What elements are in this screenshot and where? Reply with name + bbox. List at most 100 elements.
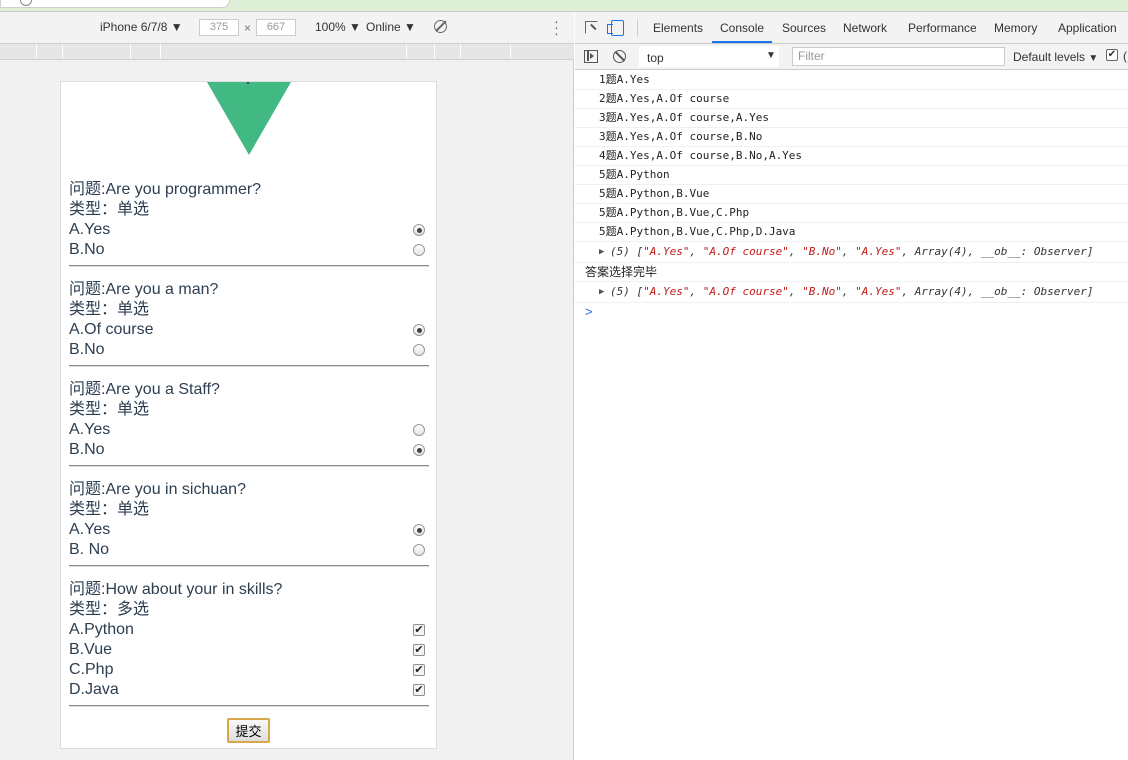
option-label: B.No — [69, 341, 105, 358]
option-row[interactable]: A.Of course — [69, 320, 429, 340]
option-radio[interactable] — [413, 224, 425, 236]
network-throttle-select[interactable]: Online ▼ — [366, 20, 416, 34]
question-type: 类型：单选 — [69, 501, 150, 518]
media-query-ruler[interactable] — [0, 43, 574, 60]
array-string-item: "A.Yes" — [643, 245, 690, 258]
option-radio[interactable] — [413, 424, 425, 436]
console-output: 1题A.Yes 2题A.Yes,A.Of course 3题A.Yes,A.Of c… — [575, 71, 1128, 323]
option-label: B.Vue — [69, 641, 112, 658]
console-log-line: 4题A.Yes,A.Of course,B.No,A.Yes — [575, 147, 1128, 166]
tab-console[interactable]: Console — [720, 21, 764, 35]
console-log-line: 5题A.Python — [575, 166, 1128, 185]
array-string-item: "A.Yes" — [855, 285, 902, 298]
question-title: 问题:How about your in skills? — [69, 581, 283, 598]
vue-logo — [207, 82, 291, 155]
device-height-input[interactable]: 667 — [256, 19, 296, 36]
option-label: D.Java — [69, 681, 119, 698]
expand-triangle-icon[interactable]: ▶ — [599, 282, 604, 302]
active-tab-indicator — [712, 41, 772, 43]
expand-triangle-icon[interactable]: ▶ — [599, 242, 604, 262]
question-divider — [69, 365, 429, 367]
option-row[interactable]: A.Yes — [69, 520, 429, 540]
array-string-item: "A.Yes" — [643, 285, 690, 298]
console-log-line: 5题A.Python,B.Vue,C.Php — [575, 204, 1128, 223]
option-radio[interactable] — [413, 344, 425, 356]
option-checkbox[interactable]: ✔ — [413, 684, 425, 696]
caret-down-icon: ▼ — [766, 50, 776, 61]
console-prompt[interactable]: > — [575, 303, 1128, 323]
array-preview: (5) ["A.Yes", "A.Of course", "B.No", "A.… — [610, 285, 1094, 298]
group-similar-checkbox[interactable]: ✔ — [1106, 49, 1118, 61]
question-type: 类型：单选 — [69, 401, 150, 418]
option-row[interactable]: C.Php ✔ — [69, 660, 429, 680]
option-row[interactable]: A.Yes — [69, 220, 429, 240]
console-sidebar-icon[interactable] — [584, 50, 598, 63]
tab-network[interactable]: Network — [843, 21, 887, 35]
question-list: 问题:Are you programmer? 类型：单选 A.Yes B.No 问题:A… — [69, 180, 429, 720]
array-suffix: Array(4), __ob__: Observer] — [914, 245, 1094, 258]
console-done-message: 答案选择完毕 — [575, 263, 1128, 282]
console-log-line: 1题A.Yes — [575, 71, 1128, 90]
question-block: 问题:Are you programmer? 类型：单选 A.Yes B.No — [69, 180, 429, 280]
address-bar[interactable] — [0, 0, 230, 8]
option-radio[interactable] — [413, 244, 425, 256]
console-log-line: 3题A.Yes,A.Of course,B.No — [575, 128, 1128, 147]
console-array-line[interactable]: ▶ (5) ["A.Yes", "A.Of course", "B.No", "A… — [575, 282, 1128, 303]
array-suffix: Array(4), __ob__: Observer] — [914, 285, 1094, 298]
device-toolbar-icon[interactable] — [607, 20, 624, 36]
option-row[interactable]: B. No — [69, 540, 429, 560]
option-label: A.Yes — [69, 221, 111, 238]
option-checkbox[interactable]: ✔ — [413, 664, 425, 676]
option-checkbox[interactable]: ✔ — [413, 644, 425, 656]
console-array-line[interactable]: ▶ (5) ["A.Yes", "A.Of course", "B.No", "A… — [575, 242, 1128, 263]
devtools-panel: Elements Console Sources Network Perform… — [575, 12, 1128, 760]
submit-button[interactable]: 提交 — [227, 718, 270, 743]
option-row[interactable]: B.Vue ✔ — [69, 640, 429, 660]
console-log-line: 2题A.Yes,A.Of course — [575, 90, 1128, 109]
option-radio[interactable] — [413, 524, 425, 536]
option-row[interactable]: D.Java ✔ — [69, 680, 429, 700]
question-block: 问题:Are you a man? 类型：单选 A.Of course B.No — [69, 280, 429, 380]
device-select[interactable]: iPhone 6/7/8 ▼ — [100, 20, 183, 34]
question-block: 问题:Are you in sichuan? 类型：单选 A.Yes B. No — [69, 480, 429, 580]
tab-elements[interactable]: Elements — [653, 21, 703, 35]
zoom-select[interactable]: 100% ▼ — [315, 20, 361, 34]
option-row[interactable]: B.No — [69, 440, 429, 460]
question-block: 问题:Are you a Staff? 类型：单选 A.Yes B.No — [69, 380, 429, 480]
device-toolbar: iPhone 6/7/8 ▼ 375 × 667 100% ▼ Online ▼… — [0, 12, 574, 43]
option-radio[interactable] — [413, 444, 425, 456]
tab-memory[interactable]: Memory — [994, 21, 1037, 35]
option-label: A.Python — [69, 621, 134, 638]
option-label: C.Php — [69, 661, 114, 678]
question-divider — [69, 705, 429, 707]
console-log-line: 5题A.Python,B.Vue — [575, 185, 1128, 204]
inspect-element-icon[interactable] — [585, 21, 598, 34]
console-log-line: 3题A.Yes,A.Of course,A.Yes — [575, 109, 1128, 128]
option-row[interactable]: A.Yes — [69, 420, 429, 440]
more-options-icon[interactable]: · · · — [553, 14, 559, 40]
option-row[interactable]: A.Python ✔ — [69, 620, 429, 640]
device-emulation-pane: iPhone 6/7/8 ▼ 375 × 667 100% ▼ Online ▼… — [0, 12, 574, 760]
question-title: 问题:Are you a man? — [69, 281, 219, 298]
option-row[interactable]: B.No — [69, 340, 429, 360]
option-label: A.Of course — [69, 321, 154, 338]
tab-sources[interactable]: Sources — [782, 21, 826, 35]
question-title: 问题:Are you in sichuan? — [69, 481, 246, 498]
settings-icon[interactable]: ( — [1123, 49, 1127, 63]
array-string-item: "B.No" — [802, 245, 842, 258]
log-levels-select[interactable]: Default levels ▼ — [1013, 50, 1098, 64]
array-string-item: "A.Yes" — [855, 245, 902, 258]
option-radio[interactable] — [413, 324, 425, 336]
rotate-icon[interactable] — [434, 20, 447, 33]
device-width-input[interactable]: 375 — [199, 19, 239, 36]
tab-performance[interactable]: Performance — [908, 21, 977, 35]
tab-application[interactable]: Application — [1058, 21, 1117, 35]
filter-input[interactable]: Filter — [792, 47, 1005, 66]
option-checkbox[interactable]: ✔ — [413, 624, 425, 636]
clear-console-icon[interactable] — [613, 50, 626, 63]
option-row[interactable]: B.No — [69, 240, 429, 260]
option-radio[interactable] — [413, 544, 425, 556]
question-divider — [69, 465, 429, 467]
array-string-item: "A.Of course" — [702, 245, 789, 258]
question-title: 问题:Are you programmer? — [69, 181, 262, 198]
